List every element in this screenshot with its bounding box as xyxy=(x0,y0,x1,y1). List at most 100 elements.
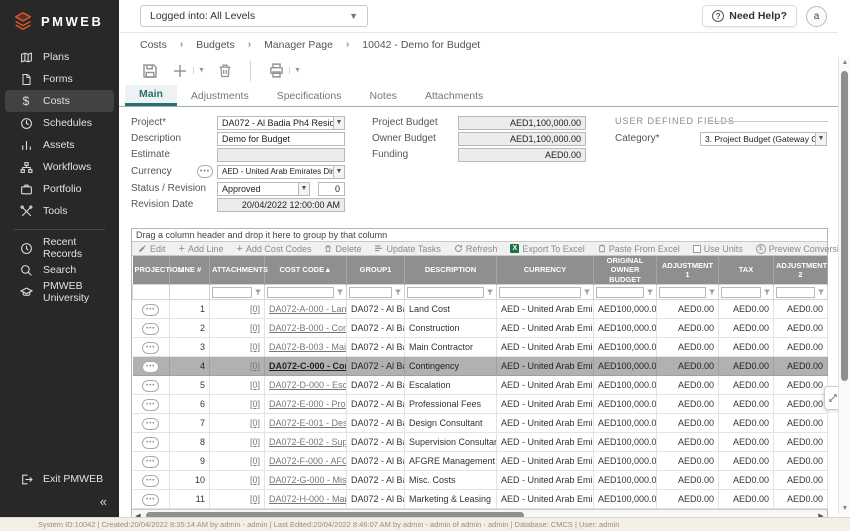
currency-select[interactable]: AED - United Arab Emirates Dirham ▼ xyxy=(217,165,345,179)
update-tasks-button[interactable]: Update Tasks xyxy=(374,244,440,254)
table-row[interactable]: ••• 4 [0] DA072-C-000 - Continge DA072 -… xyxy=(133,357,828,376)
filter-icon[interactable] xyxy=(394,288,402,296)
description-input[interactable]: Demo for Budget xyxy=(217,132,345,146)
filter-description-input[interactable] xyxy=(407,287,484,298)
add-button[interactable]: ▼ xyxy=(167,62,209,80)
cost-code-link[interactable]: DA072-E-000 - Professio xyxy=(269,399,347,409)
attachments-link[interactable]: [0] xyxy=(250,437,260,447)
add-dropdown-caret[interactable]: ▼ xyxy=(193,67,205,74)
sidebar-collapse-button[interactable]: « xyxy=(0,494,119,517)
add-line-button[interactable]: + Add Line xyxy=(179,244,224,254)
row-actions-button[interactable]: ••• xyxy=(142,361,159,373)
cost-code-link[interactable]: DA072-B-003 - Main Cor xyxy=(269,342,347,352)
filter-tax-input[interactable] xyxy=(721,287,761,298)
table-row[interactable]: ••• 7 [0] DA072-E-001 - Design C DA072 -… xyxy=(133,414,828,433)
attachments-link[interactable]: [0] xyxy=(250,323,260,333)
use-units-checkbox[interactable]: Use Units xyxy=(693,244,743,254)
table-row[interactable]: ••• 1 [0] DA072-A-000 - Land Cos DA072 -… xyxy=(133,300,828,319)
group-by-bar[interactable]: Drag a column header and drop it here to… xyxy=(132,229,827,242)
page-vertical-scrollbar[interactable]: ▲ ▼ xyxy=(838,57,850,514)
row-actions-button[interactable]: ••• xyxy=(142,399,159,411)
chevron-down-icon[interactable]: ▼ xyxy=(815,132,827,146)
table-row[interactable]: ••• 3 [0] DA072-B-003 - Main Cor DA072 -… xyxy=(133,338,828,357)
delete-line-button[interactable]: Delete xyxy=(324,244,361,254)
category-select[interactable]: 3. Project Budget (Gateway C-E) ▼ xyxy=(700,132,827,146)
sidebar-item-search[interactable]: Search xyxy=(5,259,114,281)
sidebar-item-pmweb-university[interactable]: PMWEB University xyxy=(5,281,114,303)
need-help-button[interactable]: ? Need Help? xyxy=(702,5,797,27)
project-select[interactable]: DA072 - Al Badia Ph4 Residential Deve ▼ xyxy=(217,116,345,130)
row-actions-button[interactable]: ••• xyxy=(142,418,159,430)
attachments-link[interactable]: [0] xyxy=(250,494,260,504)
filter-adjustment-1-input[interactable] xyxy=(659,287,706,298)
table-row[interactable]: ••• 5 [0] DA072-D-000 - Escalatio DA072 … xyxy=(133,376,828,395)
table-row[interactable]: ••• 10 [0] DA072-G-000 - Misc. Co DA072 … xyxy=(133,471,828,490)
col-projection[interactable]: PROJECTION xyxy=(133,256,170,285)
row-actions-button[interactable]: ••• xyxy=(142,323,159,335)
filter-icon[interactable] xyxy=(486,288,494,296)
col-cost-code[interactable]: COST CODE▲ xyxy=(265,256,347,285)
table-row[interactable]: ••• 11 [0] DA072-H-000 - Marketin DA072 … xyxy=(133,490,828,509)
cost-code-link[interactable]: DA072-G-000 - Misc. Co xyxy=(269,475,347,485)
table-row[interactable]: ••• 9 [0] DA072-F-000 - AFGRE M DA072 - … xyxy=(133,452,828,471)
filter-currency-input[interactable] xyxy=(499,287,581,298)
col-currency[interactable]: CURRENCY xyxy=(497,256,594,285)
filter-icon[interactable] xyxy=(336,288,344,296)
paste-from-excel-button[interactable]: Paste From Excel xyxy=(598,244,680,254)
attachments-link[interactable]: [0] xyxy=(250,418,260,428)
attachments-link[interactable]: [0] xyxy=(250,304,260,314)
breadcrumb-record[interactable]: 10042 - Demo for Budget xyxy=(362,39,480,51)
filter-icon[interactable] xyxy=(583,288,591,296)
col-description[interactable]: DESCRIPTION xyxy=(405,256,497,285)
col-adjustment-2[interactable]: ADJUSTMENT 2 xyxy=(774,256,828,285)
filter-icon[interactable] xyxy=(817,288,825,296)
filter-attachments-input[interactable] xyxy=(212,287,252,298)
attachments-link[interactable]: [0] xyxy=(250,456,260,466)
save-button[interactable] xyxy=(137,62,163,80)
filter-group-input[interactable] xyxy=(349,287,392,298)
row-actions-button[interactable]: ••• xyxy=(142,456,159,468)
cost-code-link[interactable]: DA072-E-001 - Design C xyxy=(269,418,347,428)
cost-code-link[interactable]: DA072-A-000 - Land Cos xyxy=(269,304,347,314)
refresh-button[interactable]: Refresh xyxy=(454,244,498,254)
scroll-up-arrow-icon[interactable]: ▲ xyxy=(839,59,850,66)
col-adjustment-1[interactable]: ADJUSTMENT 1 xyxy=(657,256,719,285)
filter-icon[interactable] xyxy=(646,288,654,296)
attachments-link[interactable]: [0] xyxy=(250,399,260,409)
print-button[interactable]: ▼ xyxy=(264,62,305,79)
exit-pmweb-button[interactable]: Exit PMWEB xyxy=(5,468,114,490)
tab-adjustments[interactable]: Adjustments xyxy=(177,85,263,106)
cost-code-link[interactable]: DA072-C-000 - Continge xyxy=(269,361,347,371)
revision-number-input[interactable]: 0 xyxy=(318,182,345,196)
tab-attachments[interactable]: Attachments xyxy=(411,85,497,106)
row-actions-button[interactable]: ••• xyxy=(142,475,159,487)
sidebar-item-schedules[interactable]: Schedules xyxy=(5,112,114,134)
row-actions-button[interactable]: ••• xyxy=(142,342,159,354)
breadcrumb-manager-page[interactable]: Manager Page xyxy=(264,39,333,51)
filter-adjustment-2-input[interactable] xyxy=(776,287,815,298)
preview-conversions-button[interactable]: $ Preview Conversions xyxy=(756,244,850,254)
filter-original-budget-input[interactable] xyxy=(596,287,644,298)
col-original-owner-budget[interactable]: ORIGINAL OWNER BUDGET xyxy=(594,256,657,285)
chevron-down-icon[interactable]: ▼ xyxy=(298,182,310,196)
logged-into-select[interactable]: Logged into: All Levels ▼ xyxy=(140,5,368,27)
table-row[interactable]: ••• 2 [0] DA072-B-000 - Construc DA072 -… xyxy=(133,319,828,338)
sidebar-item-costs[interactable]: $ Costs xyxy=(5,90,114,112)
cost-code-link[interactable]: DA072-B-000 - Construc xyxy=(269,323,347,333)
delete-button[interactable] xyxy=(213,62,237,79)
sidebar-item-plans[interactable]: Plans xyxy=(5,46,114,68)
sidebar-item-tools[interactable]: Tools xyxy=(5,200,114,222)
export-to-excel-button[interactable]: X Export To Excel xyxy=(510,244,584,254)
sidebar-item-forms[interactable]: Forms xyxy=(5,68,114,90)
row-actions-button[interactable]: ••• xyxy=(142,494,159,506)
breadcrumb-costs[interactable]: Costs xyxy=(140,39,167,51)
col-tax[interactable]: TAX xyxy=(719,256,774,285)
print-dropdown-caret[interactable]: ▼ xyxy=(289,67,301,74)
scrollbar-thumb[interactable] xyxy=(841,71,848,381)
currency-options-button[interactable]: ••• xyxy=(197,165,213,178)
attachments-link[interactable]: [0] xyxy=(250,361,260,371)
tab-notes[interactable]: Notes xyxy=(356,85,411,106)
attachments-link[interactable]: [0] xyxy=(250,342,260,352)
cost-code-link[interactable]: DA072-D-000 - Escalatio xyxy=(269,380,347,390)
sidebar-item-assets[interactable]: Assets xyxy=(5,134,114,156)
